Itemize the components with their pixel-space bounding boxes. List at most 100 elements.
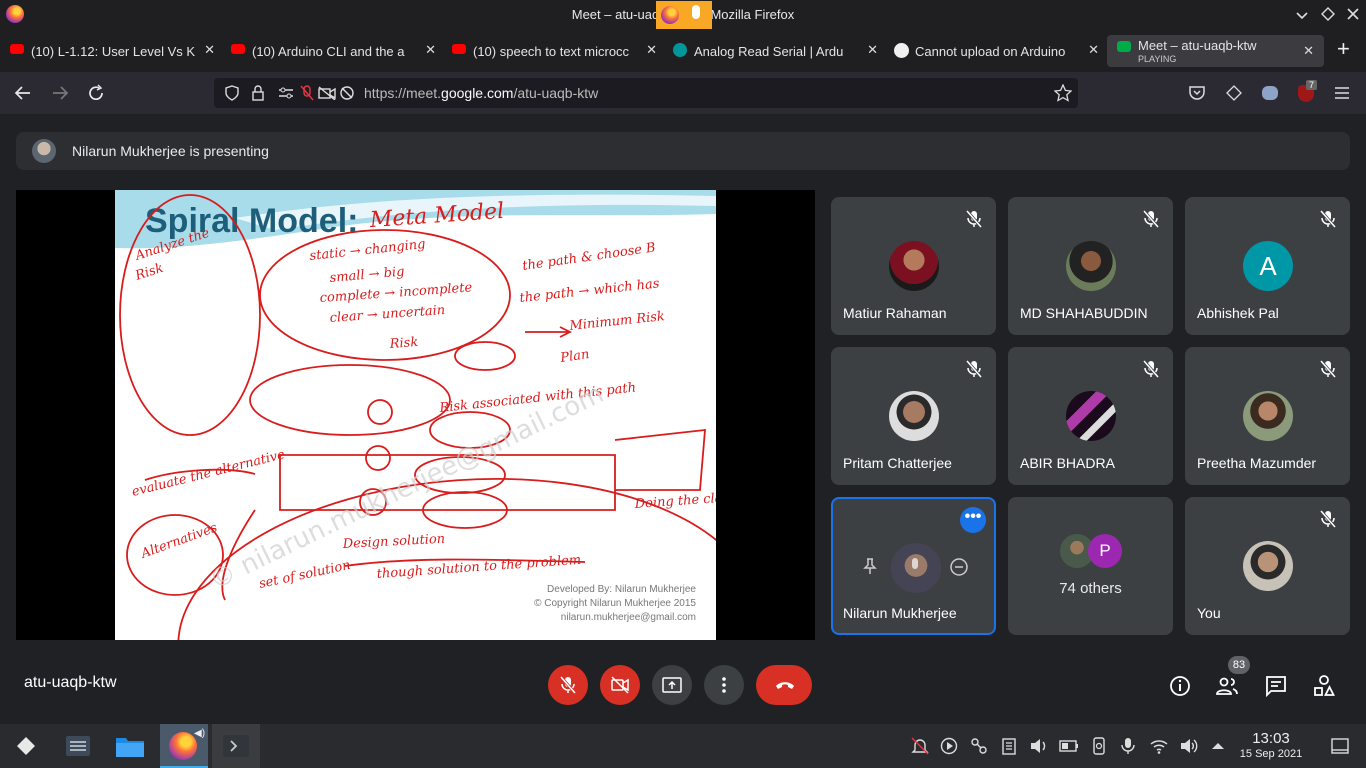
participant-name: ABIR BHADRA [1020, 455, 1115, 471]
participant-tile-pinned[interactable]: ••• Nilarun Mukherjee [831, 497, 996, 635]
url-bar[interactable]: https://meet.google.com/atu-uaqb-ktw [214, 78, 1078, 108]
close-tab-icon[interactable]: ✕ [425, 42, 436, 58]
connect-icon[interactable] [969, 736, 989, 756]
activities-icon[interactable] [1312, 674, 1336, 698]
slide-note: clear → uncertain [329, 303, 445, 326]
participant-name: MD SHAHABUDDIN [1020, 305, 1148, 321]
microphone-icon[interactable] [1118, 736, 1138, 756]
presenting-text: Nilarun Mukherjee is presenting [72, 143, 269, 159]
arduino-icon [673, 43, 687, 57]
meet-page: Nilarun Mukherjee is presenting Spiral M… [0, 114, 1366, 724]
close-tab-icon[interactable]: ✕ [1303, 43, 1314, 59]
show-desktop-icon[interactable] [1330, 736, 1350, 756]
participant-tile[interactable]: ABIR BHADRA [1008, 347, 1173, 485]
avatar [1066, 391, 1116, 441]
github-icon [894, 43, 909, 58]
more-options-button[interactable] [704, 665, 744, 705]
others-tile[interactable]: P 74 others [1008, 497, 1173, 635]
close-window-icon[interactable] [1346, 7, 1360, 21]
mic-off-icon [559, 676, 577, 694]
new-tab-icon[interactable]: + [1337, 36, 1350, 62]
close-tab-icon[interactable]: ✕ [646, 42, 657, 58]
wifi-icon[interactable] [1149, 736, 1169, 756]
self-tile[interactable]: You [1185, 497, 1350, 635]
sharing-firefox-icon [661, 6, 679, 24]
pocket-icon[interactable] [1188, 84, 1206, 102]
menu-icon[interactable] [1334, 85, 1350, 101]
url-text[interactable]: https://meet.google.com/atu-uaqb-ktw [364, 85, 598, 101]
battery-icon[interactable] [1059, 736, 1079, 756]
present-now-button[interactable] [652, 665, 692, 705]
participant-tile[interactable]: Matiur Rahaman [831, 197, 996, 335]
minimize-icon[interactable] [1295, 8, 1309, 22]
chat-icon[interactable] [1264, 674, 1288, 698]
camera-toggle-button[interactable] [600, 665, 640, 705]
tab-youtube-2[interactable]: (10) Arduino CLI and the a ✕ [221, 35, 442, 67]
pin-icon[interactable] [861, 557, 879, 575]
participant-tile[interactable]: MD SHAHABUDDIN [1008, 197, 1173, 335]
participant-tile[interactable]: Pritam Chatterjee [831, 347, 996, 485]
mic-blocked-icon[interactable] [300, 85, 314, 101]
forward-icon[interactable] [51, 84, 69, 102]
back-icon[interactable] [14, 84, 32, 102]
mic-toggle-button[interactable] [548, 665, 588, 705]
close-tab-icon[interactable]: ✕ [204, 42, 215, 58]
tray-expand-icon[interactable] [1208, 736, 1228, 756]
mic-icon [912, 558, 918, 569]
remove-icon[interactable] [949, 557, 969, 577]
participant-name: Nilarun Mukherjee [843, 605, 957, 621]
tab-label: Meet – atu-uaqb-ktw [1138, 38, 1257, 53]
clipboard-icon[interactable] [999, 736, 1019, 756]
shield-icon[interactable] [224, 85, 240, 101]
camera-blocked-icon[interactable] [318, 86, 336, 100]
nav-bar: https://meet.google.com/atu-uaqb-ktw 7 [0, 72, 1366, 114]
audio-playing-icon: ◀) [194, 728, 206, 739]
taskbar-firefox[interactable]: ◀) [160, 724, 208, 768]
taskbar-files[interactable] [108, 724, 152, 768]
more-options-icon[interactable]: ••• [960, 507, 986, 533]
close-tab-icon[interactable]: ✕ [1088, 42, 1099, 58]
tab-label: (10) L-1.12: User Level Vs K [31, 44, 195, 59]
taskbar-settings[interactable] [56, 724, 100, 768]
extension-mask-icon[interactable] [1262, 86, 1278, 100]
leave-call-button[interactable] [756, 665, 812, 705]
meeting-details-icon[interactable] [1168, 674, 1192, 698]
extension-badge: 7 [1306, 80, 1318, 90]
tab-youtube-3[interactable]: (10) speech to text microcc ✕ [442, 35, 663, 67]
tab-meet[interactable]: Meet – atu-uaqb-ktw PLAYING ✕ [1107, 35, 1324, 67]
presenting-banner: Nilarun Mukherjee is presenting [16, 132, 1350, 170]
volume-icon[interactable] [1029, 736, 1049, 756]
people-icon[interactable] [1215, 674, 1239, 698]
taskbar-terminal[interactable] [212, 724, 260, 768]
clock[interactable]: 13:03 15 Sep 2021 [1232, 730, 1310, 760]
autoplay-blocked-icon[interactable] [339, 85, 355, 101]
tab-github[interactable]: Cannot upload on Arduino ✕ [884, 35, 1105, 67]
presenter-avatar [32, 139, 56, 163]
slide-credit-developer: Developed By: Nilarun Mukherjee [547, 584, 696, 595]
media-player-icon[interactable] [939, 736, 959, 756]
bookmark-star-icon[interactable] [1054, 84, 1072, 102]
permissions-icon[interactable] [278, 86, 294, 100]
presentation-stage[interactable]: Spiral Model: Meta Model Analyze the Ris… [16, 190, 815, 640]
speaker-icon[interactable] [1179, 736, 1199, 756]
participant-tile[interactable]: Preetha Mazumder [1185, 347, 1350, 485]
tab-arduino[interactable]: Analog Read Serial | Ardu ✕ [663, 35, 884, 67]
participant-tile[interactable]: A Abhishek Pal [1185, 197, 1350, 335]
maximize-icon[interactable] [1321, 7, 1335, 21]
device-icon[interactable] [1089, 736, 1109, 756]
close-tab-icon[interactable]: ✕ [867, 42, 878, 58]
people-count-badge: 83 [1228, 656, 1250, 674]
folder-icon [116, 738, 144, 757]
notifications-off-icon[interactable] [910, 736, 930, 756]
extension-arrows-icon[interactable] [1225, 84, 1243, 102]
tab-youtube-1[interactable]: (10) L-1.12: User Level Vs K ✕ [0, 35, 221, 67]
lock-icon[interactable] [251, 85, 265, 101]
avatar [889, 241, 939, 291]
slide-note: small → big [329, 265, 405, 286]
window-titlebar: Meet – atu-uaqb-ktw — Mozilla Firefox [0, 0, 1366, 30]
slide-note: static → changing [309, 237, 426, 264]
reload-icon[interactable] [87, 84, 105, 102]
avatar: A [1243, 241, 1293, 291]
app-launcher-icon[interactable] [14, 734, 38, 758]
participant-name: Abhishek Pal [1197, 305, 1279, 321]
